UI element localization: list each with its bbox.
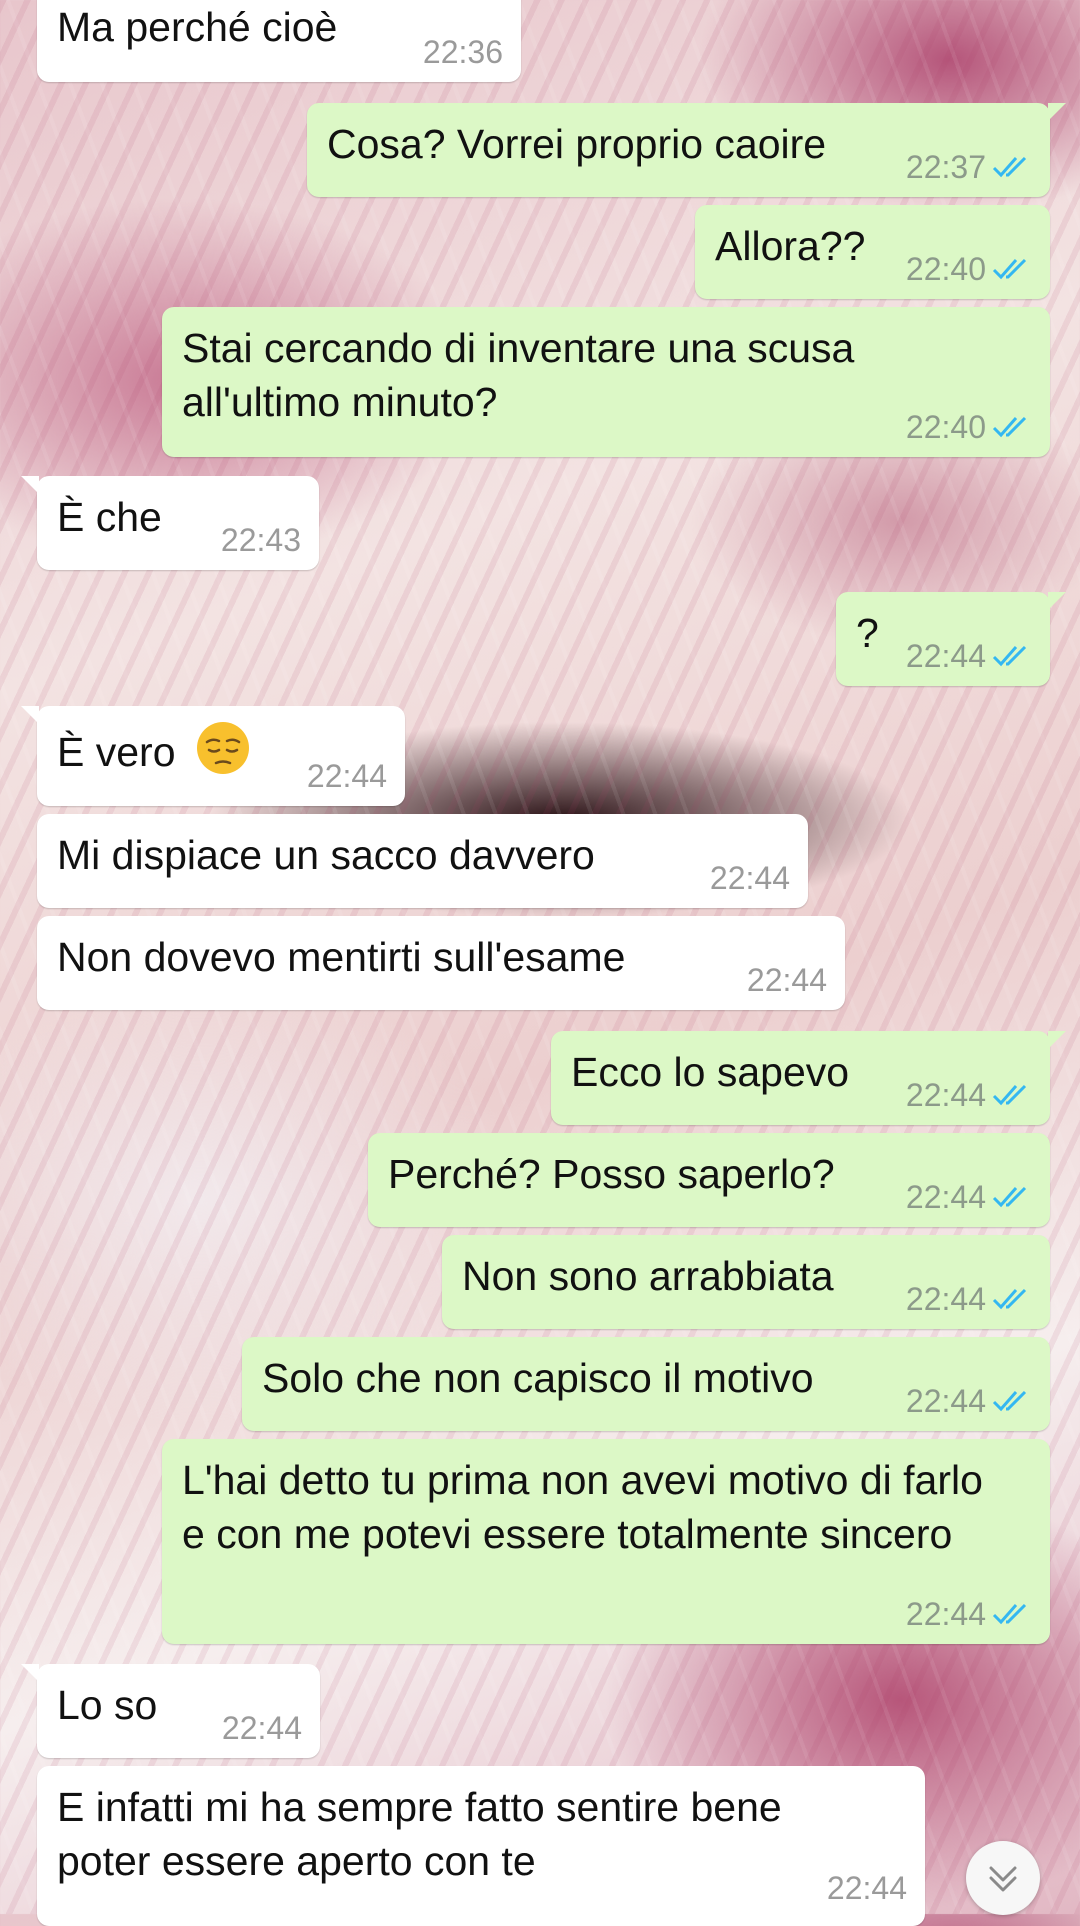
message-meta: 22:44 — [906, 1077, 1032, 1113]
double-check-icon — [992, 1390, 1027, 1412]
message-meta: 22:37 — [906, 149, 1032, 185]
message-meta: 22:40 — [906, 409, 1032, 445]
incoming-message[interactable]: E infatti mi ha sempre fatto sentire ben… — [37, 1766, 925, 1926]
double-chevron-down-icon — [989, 1866, 1017, 1892]
pensive-face-emoji — [196, 722, 249, 774]
double-check-icon — [992, 1084, 1027, 1106]
outgoing-message[interactable]: Stai cercando di inventare una scusa all… — [162, 307, 1050, 457]
message-time: 22:37 — [905, 149, 986, 185]
message-time: 22:44 — [709, 860, 790, 896]
incoming-message[interactable]: Mi dispiace un sacco davvero 22:44 — [37, 814, 808, 908]
outgoing-message[interactable]: Solo che non capisco il motivo 22:44 — [242, 1337, 1050, 1431]
message-time: 22:43 — [220, 522, 301, 558]
double-check-icon — [992, 1186, 1027, 1208]
message-time: 22:44 — [826, 1870, 907, 1906]
message-meta: 22:43 — [221, 522, 301, 558]
incoming-message[interactable]: È vero 22:44 — [21, 706, 405, 806]
message-time: 22:44 — [905, 1596, 986, 1632]
message-time: 22:44 — [905, 1077, 986, 1113]
incoming-message[interactable]: È che 22:43 — [21, 476, 319, 570]
double-check-icon — [992, 416, 1027, 438]
incoming-message[interactable]: Non dovevo mentirti sull'esame 22:44 — [37, 916, 845, 1010]
message-time: 22:40 — [905, 251, 986, 287]
message-time: 22:44 — [905, 1179, 986, 1215]
outgoing-message[interactable]: Non sono arrabbiata 22:44 — [442, 1235, 1050, 1329]
outgoing-message[interactable]: L'hai detto tu prima non avevi motivo di… — [162, 1439, 1050, 1644]
message-meta: 22:44 — [906, 1383, 1032, 1419]
message-text-content: È vero — [57, 729, 176, 775]
double-check-icon — [992, 645, 1027, 667]
message-text: Stai cercando di inventare una scusa all… — [182, 325, 855, 425]
message-meta: 22:44 — [906, 1179, 1032, 1215]
message-meta: 22:44 — [307, 758, 387, 794]
message-text: L'hai detto tu prima non avevi motivo di… — [182, 1457, 983, 1557]
message-meta: 22:44 — [222, 1710, 302, 1746]
double-check-icon — [992, 258, 1027, 280]
message-time: 22:36 — [422, 34, 503, 70]
message-time: 22:40 — [905, 409, 986, 445]
message-meta: 22:44 — [906, 638, 1032, 674]
message-meta: 22:44 — [827, 1870, 907, 1906]
scroll-to-bottom-button[interactable] — [966, 1841, 1040, 1915]
incoming-message[interactable]: Lo so 22:44 — [21, 1664, 320, 1758]
message-meta: 22:40 — [906, 251, 1032, 287]
message-meta: 22:44 — [906, 1281, 1032, 1317]
outgoing-message[interactable]: ? 22:44 — [836, 592, 1066, 686]
outgoing-message[interactable]: Cosa? Vorrei proprio caoire 22:37 — [307, 103, 1066, 197]
outgoing-message[interactable]: Perché? Posso saperlo? 22:44 — [368, 1133, 1050, 1227]
outgoing-message[interactable]: Ecco lo sapevo 22:44 — [551, 1031, 1066, 1125]
message-meta: 22:44 — [906, 1596, 1032, 1632]
double-check-icon — [992, 1603, 1027, 1625]
message-meta: 22:36 — [423, 34, 503, 70]
message-meta: 22:44 — [747, 962, 827, 998]
message-time: 22:44 — [221, 1710, 302, 1746]
message-time: 22:44 — [905, 1383, 986, 1419]
outgoing-message[interactable]: Allora?? 22:40 — [695, 205, 1050, 299]
message-text: Non dovevo mentirti sull'esame — [57, 934, 626, 980]
incoming-message[interactable]: Ma perché cioè 22:36 — [37, 0, 521, 82]
message-time: 22:44 — [905, 638, 986, 674]
message-text: Mi dispiace un sacco davvero — [57, 832, 595, 878]
double-check-icon — [992, 1288, 1027, 1310]
message-time: 22:44 — [306, 758, 387, 794]
double-check-icon — [992, 156, 1027, 178]
message-text: E infatti mi ha sempre fatto sentire ben… — [57, 1784, 782, 1884]
message-time: 22:44 — [746, 962, 827, 998]
message-time: 22:44 — [905, 1281, 986, 1317]
message-meta: 22:44 — [710, 860, 790, 896]
